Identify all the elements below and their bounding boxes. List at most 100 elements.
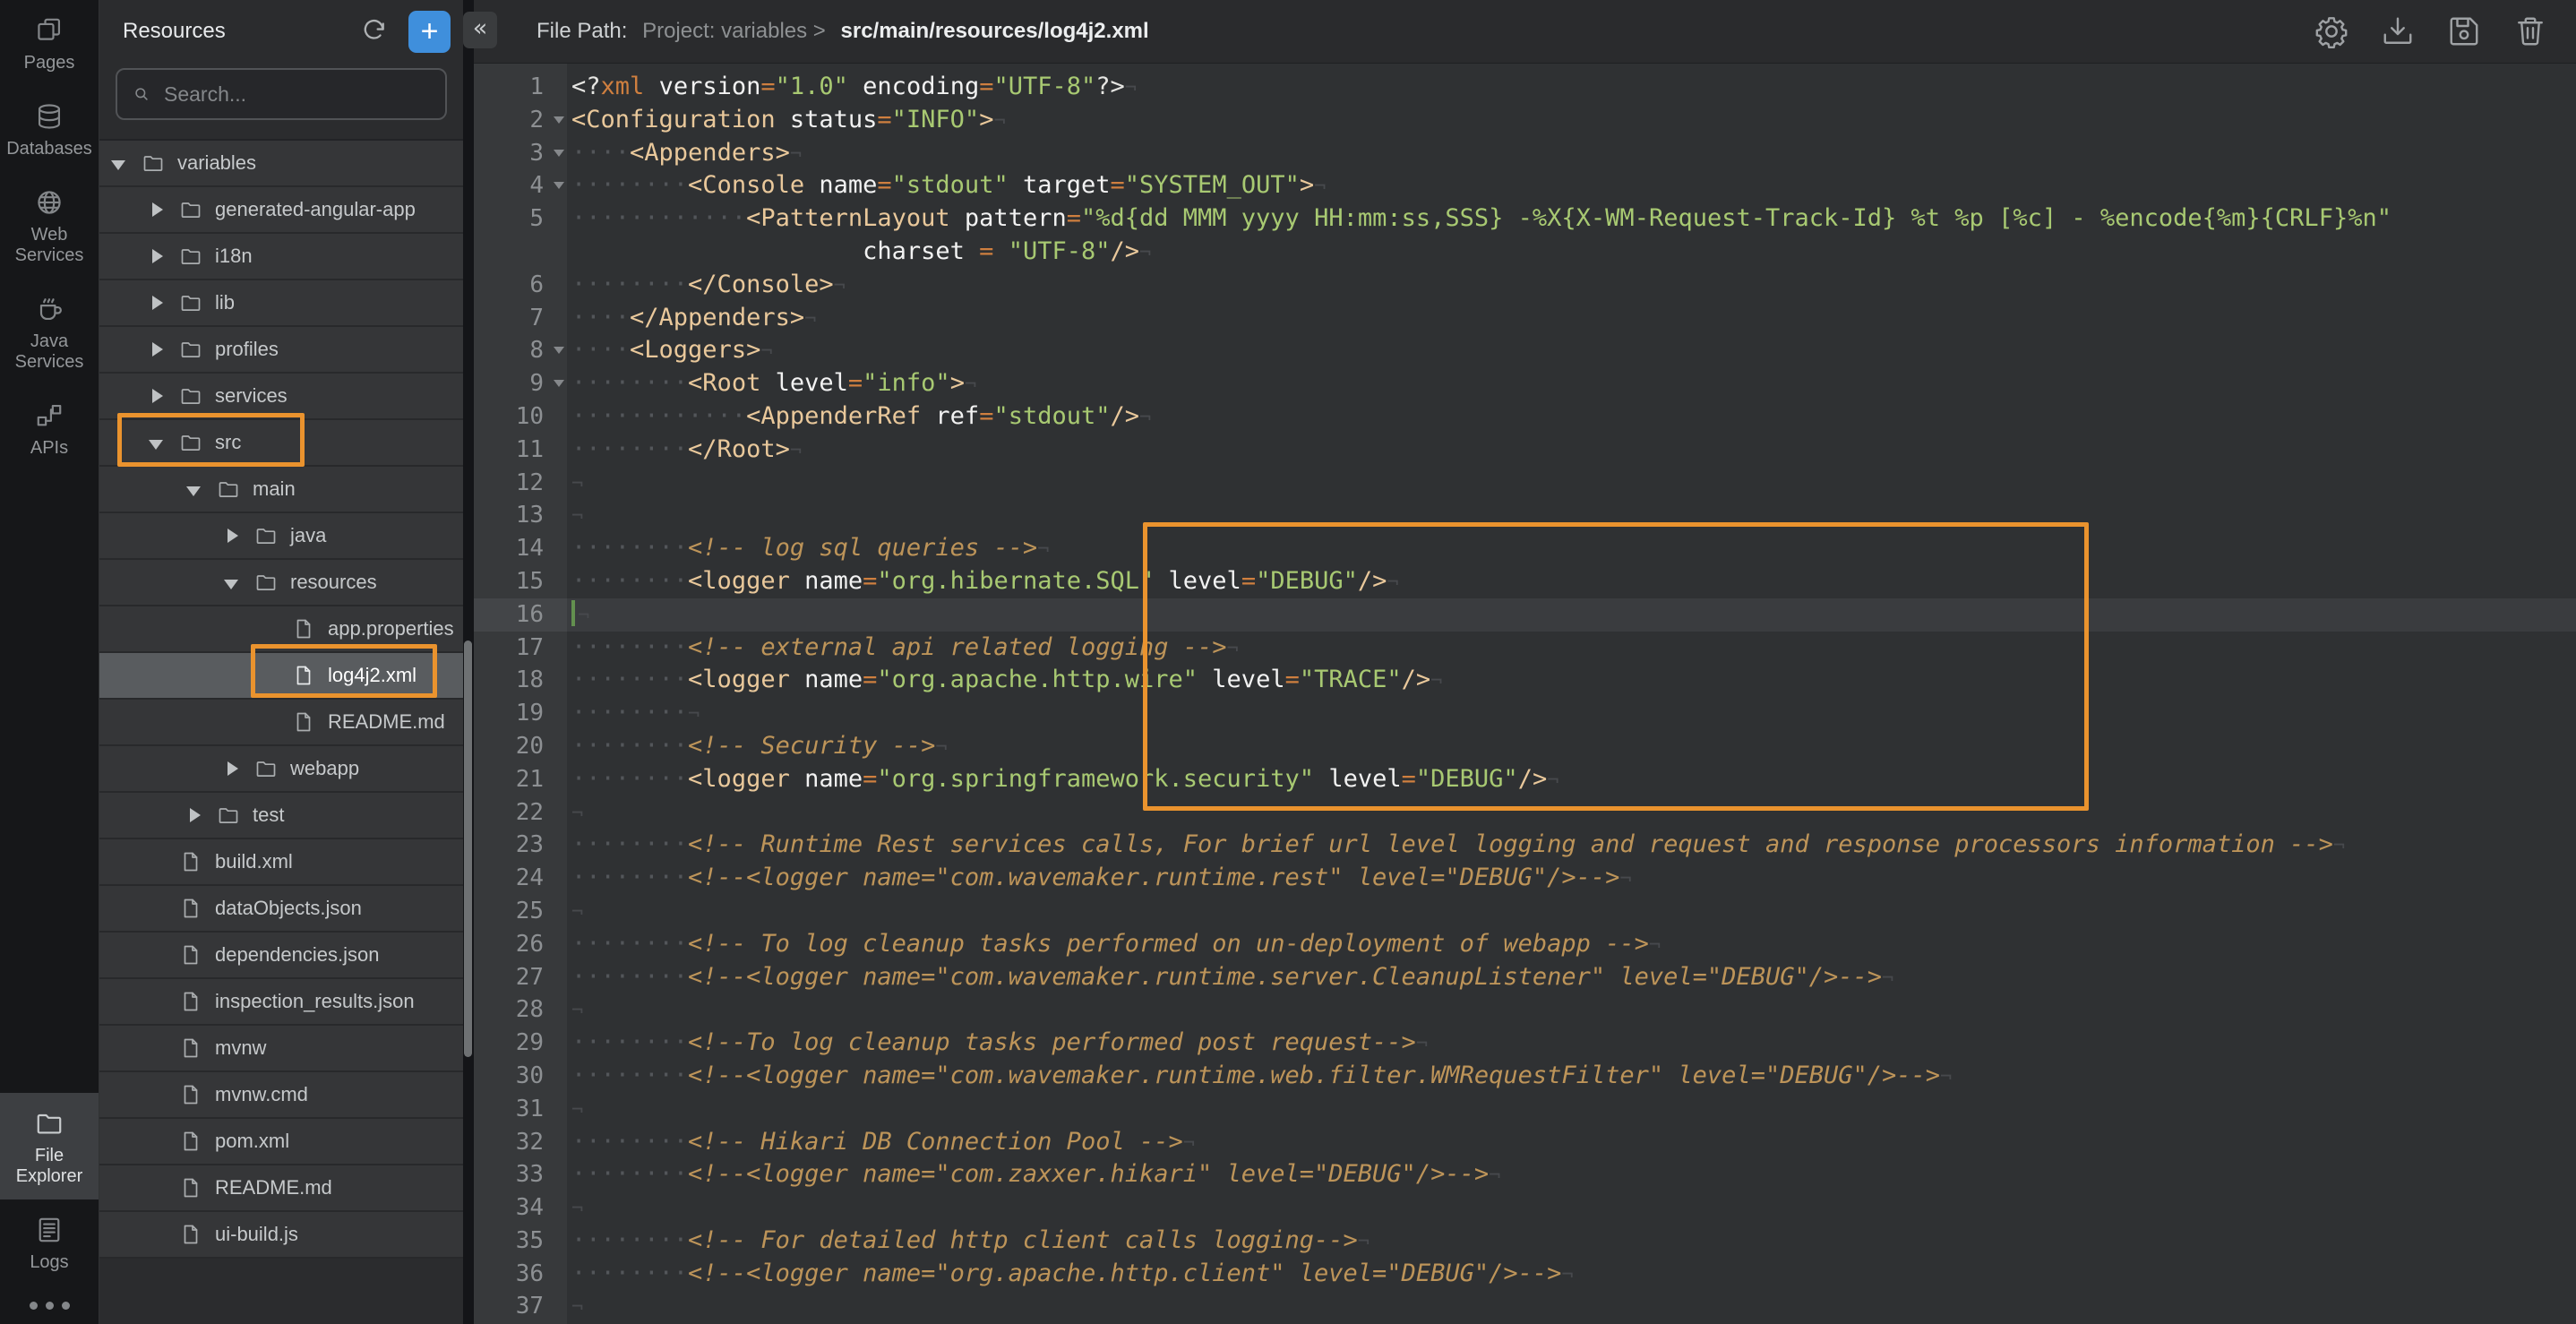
code-line-31[interactable]: 31¬ xyxy=(474,1093,2576,1126)
line-number[interactable]: 33 xyxy=(474,1158,567,1191)
code-line-36[interactable]: 36········<!--<logger name="org.apache.h… xyxy=(474,1258,2576,1291)
code-line-20[interactable]: 20········<!-- Security -->¬ xyxy=(474,730,2576,763)
rail-item-file-explorer[interactable]: File Explorer xyxy=(0,1093,99,1199)
code-line-19[interactable]: 19········¬ xyxy=(474,697,2576,730)
code-line-33[interactable]: 33········<!--<logger name="com.zaxxer.h… xyxy=(474,1158,2576,1191)
tree-row-dataobjects-json[interactable]: dataObjects.json xyxy=(99,886,463,933)
tree-row-inspection-results-json[interactable]: inspection_results.json xyxy=(99,979,463,1026)
line-number[interactable]: 11 xyxy=(474,434,567,467)
tree-row-services[interactable]: services xyxy=(99,374,463,420)
search-input[interactable] xyxy=(162,82,431,107)
line-number[interactable]: 4 xyxy=(474,169,567,202)
code-line-12[interactable]: 12¬ xyxy=(474,467,2576,500)
code-line-17[interactable]: 17········<!-- external api related logg… xyxy=(474,632,2576,665)
line-number[interactable]: 26 xyxy=(474,928,567,961)
line-number[interactable]: 19 xyxy=(474,697,567,730)
code-line-37[interactable]: 37¬ xyxy=(474,1290,2576,1323)
code-line-13[interactable]: 13¬ xyxy=(474,499,2576,532)
line-number[interactable]: 20 xyxy=(474,730,567,763)
tree-row-java[interactable]: java xyxy=(99,513,463,560)
line-number[interactable]: 13 xyxy=(474,499,567,532)
code-line-3[interactable]: 3····<Appenders>¬ xyxy=(474,137,2576,170)
save-button[interactable] xyxy=(2443,11,2485,52)
caret-right-icon[interactable] xyxy=(219,529,243,543)
collapse-sidebar-button[interactable]: « xyxy=(463,12,497,48)
search-box[interactable] xyxy=(116,68,447,120)
settings-button[interactable] xyxy=(2311,11,2352,52)
line-number[interactable]: 35 xyxy=(474,1225,567,1258)
code-line-9[interactable]: 9········<Root level="info">¬ xyxy=(474,367,2576,400)
caret-down-icon[interactable] xyxy=(219,576,243,589)
refresh-button[interactable] xyxy=(355,12,394,51)
code-line-21[interactable]: 21········<logger name="org.springframew… xyxy=(474,763,2576,796)
tree-row-mvnw-cmd[interactable]: mvnw.cmd xyxy=(99,1072,463,1119)
caret-right-icon[interactable] xyxy=(144,342,167,357)
tree-row-main[interactable]: main xyxy=(99,467,463,513)
rail-item-java-services[interactable]: Java Services xyxy=(0,279,99,385)
line-number[interactable]: 14 xyxy=(474,532,567,565)
code-editor[interactable]: 1<?xml version="1.0" encoding="UTF-8"?>¬… xyxy=(474,64,2576,1324)
rail-item-web-services[interactable]: Web Services xyxy=(0,172,99,279)
caret-right-icon[interactable] xyxy=(144,296,167,310)
rail-item-pages[interactable]: Pages xyxy=(0,0,99,86)
caret-down-icon[interactable] xyxy=(107,157,130,170)
tree-row-variables[interactable]: variables xyxy=(99,141,463,187)
tree-row-ui-build-js[interactable]: ui-build.js xyxy=(99,1212,463,1259)
code-line-10[interactable]: 10············<AppenderRef ref="stdout"/… xyxy=(474,400,2576,434)
tree-row-generated-angular-app[interactable]: generated-angular-app xyxy=(99,187,463,234)
rail-item-databases[interactable]: Databases xyxy=(0,86,99,172)
code-line-29[interactable]: 29········<!--To log cleanup tasks perfo… xyxy=(474,1027,2576,1060)
code-line-35[interactable]: 35········<!-- For detailed http client … xyxy=(474,1225,2576,1258)
code-line-8[interactable]: 8····<Loggers>¬ xyxy=(474,334,2576,367)
fold-caret-icon[interactable] xyxy=(554,380,564,392)
fold-caret-icon[interactable] xyxy=(554,182,564,194)
rail-item-logs[interactable]: Logs xyxy=(0,1199,99,1285)
line-number[interactable]: 12 xyxy=(474,467,567,500)
line-number[interactable]: 36 xyxy=(474,1258,567,1291)
delete-button[interactable] xyxy=(2510,11,2551,52)
code-line-5[interactable]: 5············<PatternLayout pattern="%d{… xyxy=(474,202,2576,236)
line-number[interactable]: 18 xyxy=(474,664,567,697)
line-number[interactable]: 7 xyxy=(474,302,567,335)
line-number[interactable]: 28 xyxy=(474,993,567,1027)
caret-right-icon[interactable] xyxy=(144,389,167,403)
tree-row-webapp[interactable]: webapp xyxy=(99,746,463,793)
caret-right-icon[interactable] xyxy=(144,202,167,217)
fold-caret-icon[interactable] xyxy=(554,116,564,129)
code-line-4[interactable]: 4········<Console name="stdout" target="… xyxy=(474,169,2576,202)
caret-right-icon[interactable] xyxy=(219,761,243,776)
sidebar-scrollbar-thumb[interactable] xyxy=(464,641,472,1057)
line-number[interactable]: 27 xyxy=(474,961,567,994)
tree-row-test[interactable]: test xyxy=(99,793,463,839)
code-line-34[interactable]: 34¬ xyxy=(474,1191,2576,1225)
line-number[interactable]: 31 xyxy=(474,1093,567,1126)
line-number[interactable]: 21 xyxy=(474,763,567,796)
code-line-14[interactable]: 14········<!-- log sql queries -->¬ xyxy=(474,532,2576,565)
line-number[interactable]: 3 xyxy=(474,137,567,170)
line-number[interactable]: 24 xyxy=(474,862,567,895)
line-number[interactable]: 29 xyxy=(474,1027,567,1060)
caret-right-icon[interactable] xyxy=(182,808,205,822)
tree-row-lib[interactable]: lib xyxy=(99,280,463,327)
caret-down-icon[interactable] xyxy=(144,436,167,450)
line-number[interactable] xyxy=(474,236,567,269)
caret-down-icon[interactable] xyxy=(182,483,205,496)
code-line-15[interactable]: 15········<logger name="org.hibernate.SQ… xyxy=(474,565,2576,598)
code-line-7[interactable]: 7····</Appenders>¬ xyxy=(474,302,2576,335)
line-number[interactable]: 22 xyxy=(474,796,567,830)
line-number[interactable]: 5 xyxy=(474,202,567,236)
line-number[interactable]: 32 xyxy=(474,1126,567,1159)
code-line-27[interactable]: 27········<!--<logger name="com.wavemake… xyxy=(474,961,2576,994)
line-number[interactable]: 1 xyxy=(474,71,567,104)
code-line-18[interactable]: 18········<logger name="org.apache.http.… xyxy=(474,664,2576,697)
tree-row-resources[interactable]: resources xyxy=(99,560,463,606)
line-number[interactable]: 34 xyxy=(474,1191,567,1225)
tree-row-app-properties[interactable]: app.properties xyxy=(99,606,463,653)
download-button[interactable] xyxy=(2377,11,2418,52)
code-line-22[interactable]: 22¬ xyxy=(474,796,2576,830)
caret-right-icon[interactable] xyxy=(144,249,167,263)
line-number[interactable]: 10 xyxy=(474,400,567,434)
code-line-32[interactable]: 32········<!-- Hikari DB Connection Pool… xyxy=(474,1126,2576,1159)
line-number[interactable]: 16 xyxy=(474,598,567,632)
code-line-2[interactable]: 2<Configuration status="INFO">¬ xyxy=(474,104,2576,137)
